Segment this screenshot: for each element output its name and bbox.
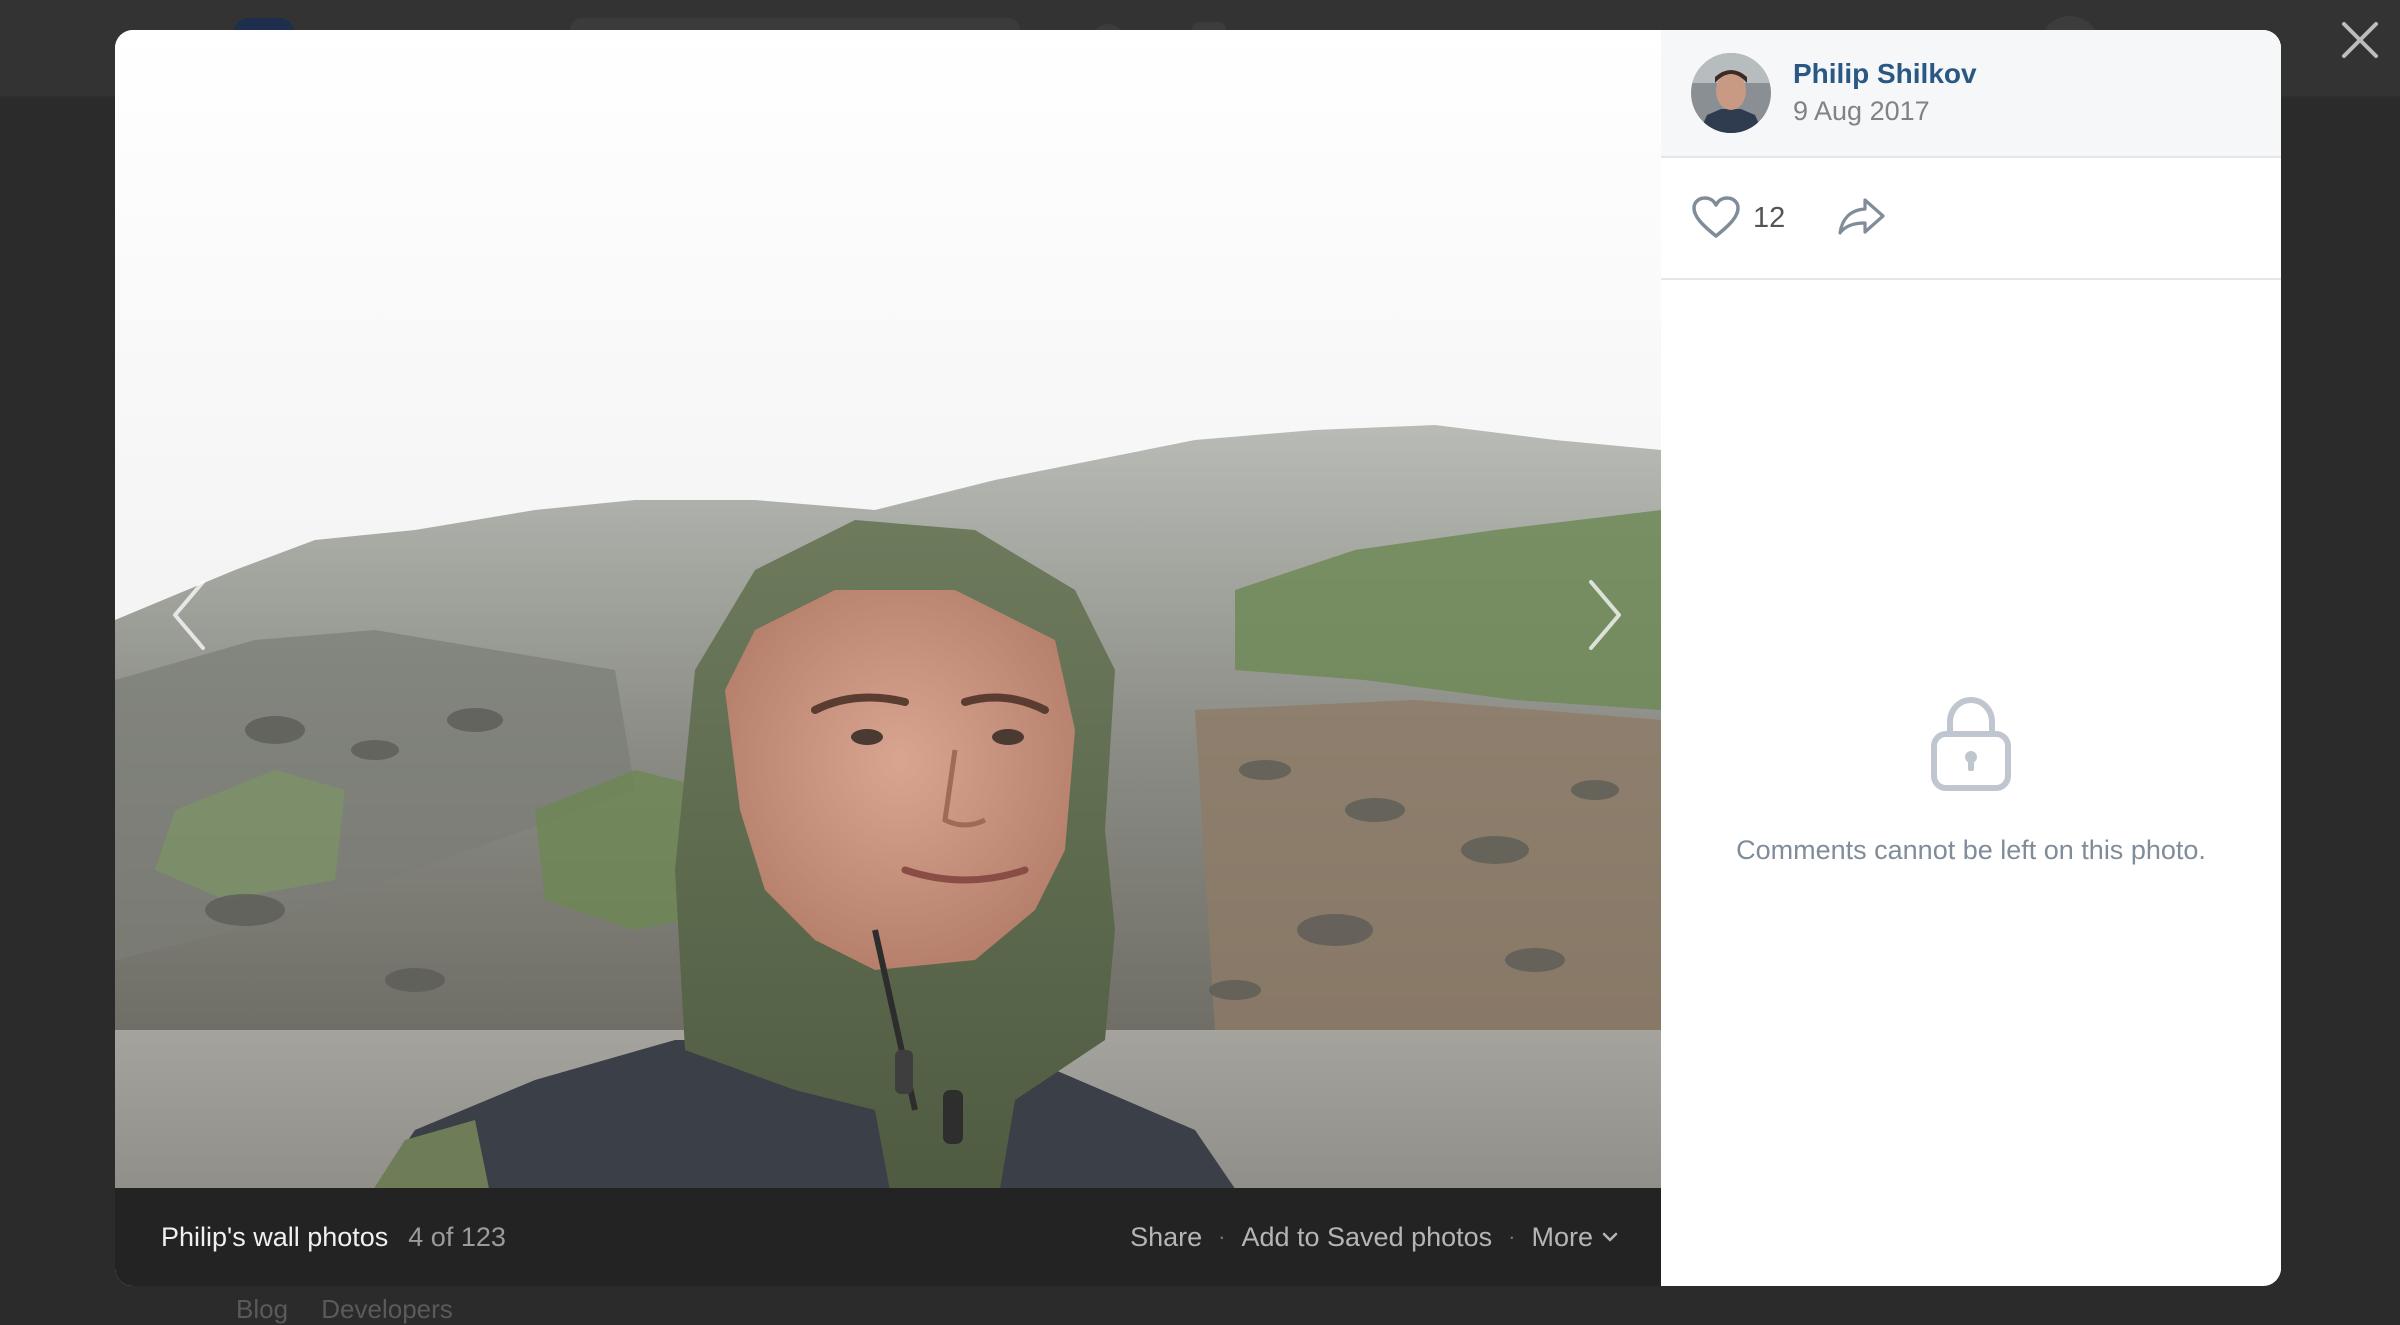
photo[interactable] [115,30,1661,1218]
photo-side-panel: Philip Shilkov 9 Aug 2017 12 Comments ca… [1661,30,2281,1286]
like-button[interactable]: 12 [1691,196,1785,240]
previous-photo-button[interactable] [159,570,219,660]
chevron-right-icon [1589,580,1621,650]
comments-locked-text: Comments cannot be left on this photo. [1736,835,2206,865]
separator: · [1508,1224,1516,1249]
like-count: 12 [1753,201,1786,234]
comments-locked: Comments cannot be left on this photo. [1661,694,2281,866]
lock-icon [1931,696,2011,791]
photo-image [115,30,1661,1218]
chevron-down-icon [1602,1232,1618,1242]
more-label: More [1531,1221,1593,1252]
chevron-left-icon [173,580,205,650]
more-dropdown[interactable]: More [1531,1222,1619,1253]
reactions-row: 12 [1661,158,2281,280]
author-name-link[interactable]: Philip Shilkov [1793,56,1977,92]
author-header: Philip Shilkov 9 Aug 2017 [1661,30,2281,158]
share-link[interactable]: Share [1130,1222,1202,1253]
share-button[interactable] [1837,196,1887,241]
avatar-image [1691,53,1771,133]
next-photo-button[interactable] [1575,570,1635,660]
author-avatar[interactable] [1691,53,1771,133]
add-to-saved-link[interactable]: Add to Saved photos [1241,1222,1492,1253]
footer-link-developers: Developers [321,1294,453,1324]
photo-actions: Share · Add to Saved photos · More [1130,1222,1619,1253]
close-button[interactable] [2332,12,2388,68]
close-icon [2342,22,2378,58]
footer-link-blog: Blog [236,1294,289,1324]
photo-info-bar: Philip's wall photos 4 of 123 Share · Ad… [115,1188,1661,1286]
heart-icon [1692,196,1740,238]
photo-counter: 4 of 123 [408,1221,506,1252]
share-arrow-icon [1838,197,1885,235]
background-footer: Blog Developers [236,1294,479,1325]
album-title-link[interactable]: Philip's wall photos [161,1222,388,1253]
post-date[interactable]: 9 Aug 2017 [1793,92,1977,130]
separator: · [1218,1224,1226,1249]
author-info: Philip Shilkov 9 Aug 2017 [1793,56,1977,130]
photo-viewer-modal: Philip's wall photos 4 of 123 Share · Ad… [115,30,2281,1286]
